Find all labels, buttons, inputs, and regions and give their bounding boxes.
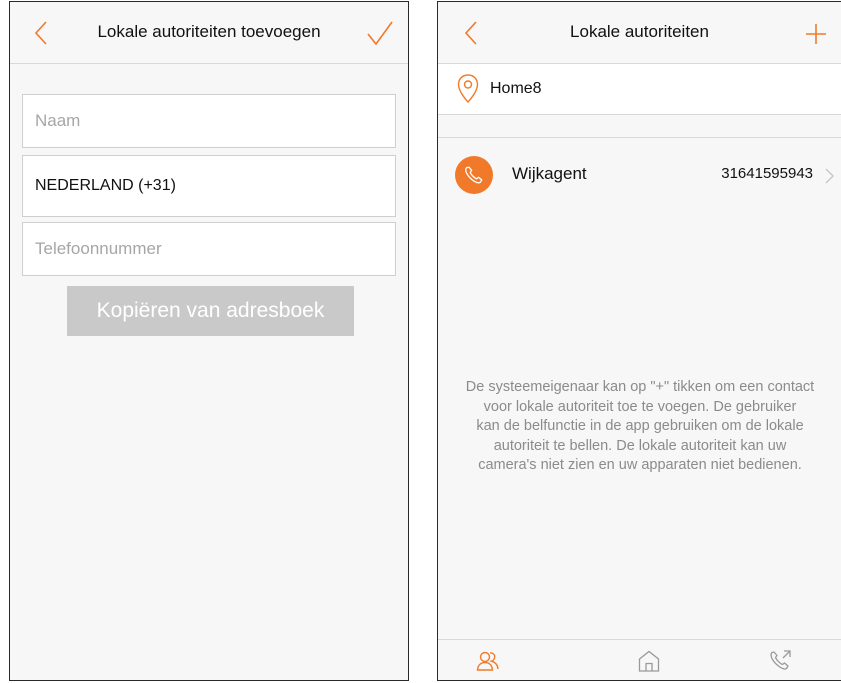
contact-row[interactable]: Wijkagent 31641595943 <box>438 137 841 213</box>
tab-contacts[interactable] <box>475 648 501 674</box>
tab-bar <box>438 639 841 680</box>
info-text-line: autoriteit te bellen. De lokale autorite… <box>493 437 787 454</box>
chevron-right-icon <box>825 168 834 184</box>
info-text: De systeemeigenaar kan op "+" tikken om … <box>438 378 841 476</box>
country-label: NEDERLAND (+31) <box>35 177 176 194</box>
contact-avatar <box>455 156 493 194</box>
tab-home[interactable] <box>636 648 662 674</box>
phone-icon <box>465 166 483 184</box>
info-text-line: camera's niet zien en uw apparaten niet … <box>478 457 802 473</box>
copy-from-address-book-button[interactable]: Kopiëren van adresboek <box>67 286 354 336</box>
phone-number-input[interactable] <box>22 222 396 276</box>
contact-number: 31641595943 <box>721 165 813 182</box>
home-label: Home8 <box>490 80 542 97</box>
location-pin-icon <box>457 74 479 104</box>
info-text-line: voor lokale autoriteit toe te voegen. De… <box>483 398 797 415</box>
plus-icon <box>806 24 826 44</box>
phone-call-icon <box>770 650 791 670</box>
page-title: Lokale autoriteiten <box>570 22 709 41</box>
name-input[interactable] <box>22 94 396 148</box>
info-text-line: De systeemeigenaar kan op "+" tikken om … <box>465 379 815 395</box>
country-selector[interactable]: NEDERLAND (+31) <box>22 155 396 217</box>
confirm-button[interactable] <box>360 14 398 52</box>
add-local-authority-screen: Lokale autoriteiten toevoegen NEDERLAND … <box>9 1 409 681</box>
home-selector[interactable]: Home8 <box>438 64 841 115</box>
contact-name: Wijkagent <box>512 164 587 183</box>
local-authorities-screen: Lokale autoriteiten Home8 Wijkagent 3164… <box>437 1 841 681</box>
home-icon <box>638 650 660 672</box>
copy-button-label: Kopiëren van adresboek <box>96 299 325 322</box>
nav-bar: Lokale autoriteiten toevoegen <box>10 2 408 64</box>
nav-bar: Lokale autoriteiten <box>438 2 841 64</box>
tab-call[interactable] <box>768 648 794 674</box>
add-button[interactable] <box>797 14 835 52</box>
contacts-icon <box>476 651 499 671</box>
info-text-line: kan de belfunctie in de app gebruiken om… <box>476 418 804 434</box>
page-title: Lokale autoriteiten toevoegen <box>97 22 321 41</box>
checkmark-icon <box>367 21 393 46</box>
